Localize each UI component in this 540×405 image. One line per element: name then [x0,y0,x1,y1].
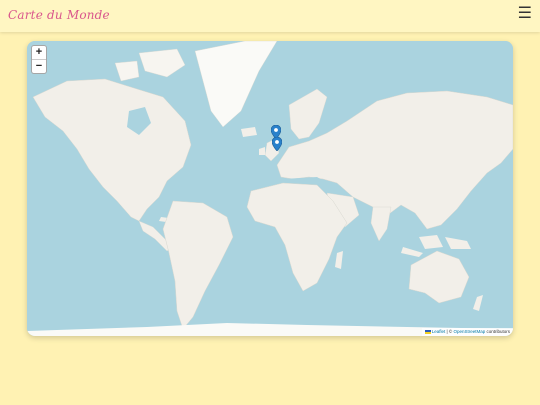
ukraine-flag-icon [424,329,431,334]
map-tiles[interactable] [27,41,513,336]
hamburger-menu-icon[interactable]: ☰ [518,5,532,23]
app-header: Carte du Monde ☰ [0,0,540,32]
map-marker-icon[interactable] [272,137,282,151]
zoom-in-button[interactable]: + [32,46,46,60]
zoom-control: + − [31,45,47,74]
attribution-contributors: contributors [485,329,510,334]
app-title: Carte du Monde [8,8,110,22]
zoom-out-button[interactable]: − [32,60,46,73]
world-map[interactable]: + − Leaflet | © OpenStreetMap contributo… [27,41,513,336]
openstreetmap-link[interactable]: OpenStreetMap [453,329,485,334]
map-attribution: Leaflet | © OpenStreetMap contributors [421,328,513,336]
leaflet-link[interactable]: Leaflet [432,329,446,334]
